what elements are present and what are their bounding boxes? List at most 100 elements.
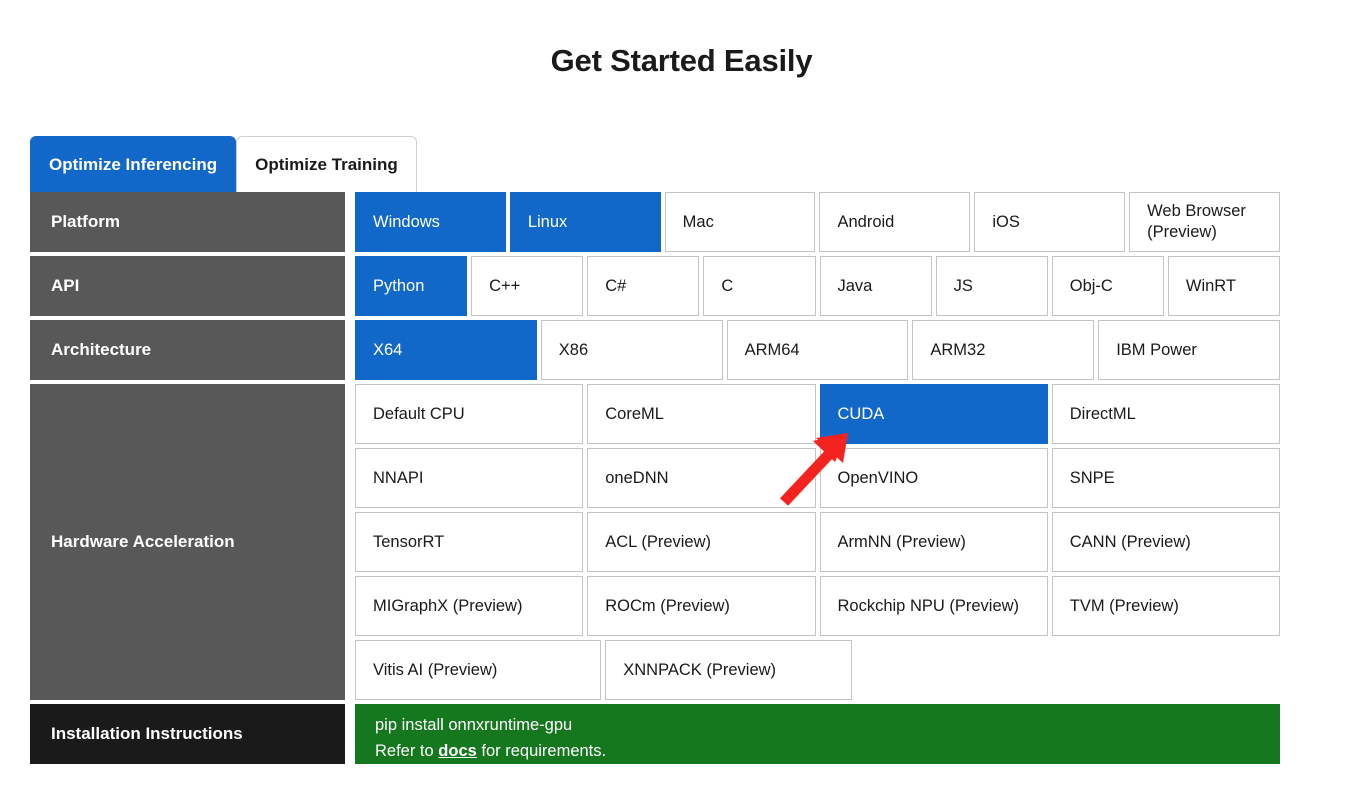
option-arch-x86[interactable]: X86 [540,320,723,380]
option-hw-tensorrt[interactable]: TensorRT [355,512,584,572]
option-platform-android-label: Android [837,212,895,231]
option-arch-ibm-power-label: IBM Power [1116,340,1197,359]
hardware-row: Vitis AI (Preview) XNNPACK (Preview) [355,640,1280,700]
installation-note-before: Refer to [375,742,439,760]
option-api-js-label: JS [953,276,973,295]
option-api-csharp[interactable]: C# [587,256,700,316]
option-hw-tvm[interactable]: TVM (Preview) [1051,576,1280,636]
option-hw-cuda-label: CUDA [837,404,885,423]
option-api-objc[interactable]: Obj-C [1051,256,1164,316]
hardware-row: TensorRT ACL (Preview) ArmNN (Preview) C… [355,512,1280,572]
option-hw-cuda[interactable]: CUDA [819,384,1048,444]
option-api-c-label: C [721,276,734,295]
option-hw-openvino[interactable]: OpenVINO [819,448,1048,508]
option-hw-openvino-label: OpenVINO [837,468,919,487]
row-label-api: API [30,256,345,316]
option-hw-tensorrt-label: TensorRT [373,532,445,551]
option-hw-rockchip-npu[interactable]: Rockchip NPU (Preview) [819,576,1048,636]
architecture-options: X64 X86 ARM64 ARM32 IBM Power [355,320,1280,380]
row-label-installation-instructions: Installation Instructions [30,704,345,764]
option-arch-x64-label: X64 [373,340,403,359]
option-hw-vitis-ai[interactable]: Vitis AI (Preview) [355,640,602,700]
option-api-python[interactable]: Python [355,256,468,316]
tab-optimize-inferencing[interactable]: Optimize Inferencing [30,136,237,192]
option-arch-arm64[interactable]: ARM64 [726,320,909,380]
row-platform: Platform Windows Linux Mac Android iOS W… [30,192,1280,252]
row-label-platform: Platform [30,192,345,252]
option-hw-vitis-ai-label: Vitis AI (Preview) [373,660,498,679]
option-hw-armnn-label: ArmNN (Preview) [837,532,966,551]
option-hw-directml-label: DirectML [1069,404,1136,423]
option-hw-xnnpack-label: XNNPACK (Preview) [623,660,777,679]
row-architecture: Architecture X64 X86 ARM64 ARM32 IBM Pow… [30,320,1280,380]
option-hw-acl[interactable]: ACL (Preview) [587,512,816,572]
option-hw-coreml[interactable]: CoreML [587,384,816,444]
hardware-acceleration-options: Default CPU CoreML CUDA DirectML NNAPI o… [355,384,1280,700]
option-hw-xnnpack[interactable]: XNNPACK (Preview) [605,640,852,700]
option-hw-nnapi-label: NNAPI [373,468,424,487]
option-hw-cann-label: CANN (Preview) [1069,532,1191,551]
tab-optimize-training-label: Optimize Training [255,154,398,174]
tab-bar: Optimize Inferencing Optimize Training [30,130,1280,192]
option-api-csharp-label: C# [605,276,627,295]
hardware-row: MIGraphX (Preview) ROCm (Preview) Rockch… [355,576,1280,636]
option-hw-nnapi[interactable]: NNAPI [355,448,584,508]
option-hw-coreml-label: CoreML [605,404,664,423]
option-api-java-label: Java [837,276,873,295]
option-hw-cann[interactable]: CANN (Preview) [1051,512,1280,572]
option-arch-x64[interactable]: X64 [355,320,537,380]
option-platform-android[interactable]: Android [819,192,971,252]
row-label-hardware-acceleration: Hardware Acceleration [30,384,345,700]
option-arch-ibm-power[interactable]: IBM Power [1098,320,1280,380]
option-platform-ios[interactable]: iOS [974,192,1126,252]
platform-options: Windows Linux Mac Android iOS Web Browse… [355,192,1280,252]
hardware-row: Default CPU CoreML CUDA DirectML [355,384,1280,444]
option-platform-windows-label: Windows [373,212,440,231]
tab-optimize-training[interactable]: Optimize Training [236,136,417,192]
option-hw-migraphx[interactable]: MIGraphX (Preview) [355,576,584,636]
hardware-row: NNAPI oneDNN OpenVINO SNPE [355,448,1280,508]
option-hw-migraphx-label: MIGraphX (Preview) [373,596,523,615]
option-arch-arm64-label: ARM64 [744,340,800,359]
installation-command: pip install onnxruntime-gpu [375,716,573,734]
option-api-c[interactable]: C [703,256,816,316]
option-api-winrt[interactable]: WinRT [1167,256,1280,316]
option-api-objc-label: Obj-C [1069,276,1113,295]
row-api: API Python C++ C# C Java JS Obj-C WinRT [30,256,1280,316]
row-installation-instructions: Installation Instructions pip install on… [30,704,1280,764]
option-platform-mac-label: Mac [682,212,714,231]
tab-optimize-inferencing-label: Optimize Inferencing [49,154,218,174]
option-hw-rockchip-npu-label: Rockchip NPU (Preview) [837,596,1020,615]
option-hw-default-cpu[interactable]: Default CPU [355,384,584,444]
option-api-winrt-label: WinRT [1185,276,1236,295]
docs-link[interactable]: docs [438,742,477,760]
option-hw-directml[interactable]: DirectML [1051,384,1280,444]
installation-command-box: pip install onnxruntime-gpu Refer to doc… [355,704,1280,764]
option-hw-snpe-label: SNPE [1069,468,1115,487]
page-title: Get Started Easily [550,43,813,78]
getting-started-selector: Optimize Inferencing Optimize Training P… [30,130,1280,764]
option-hw-armnn[interactable]: ArmNN (Preview) [819,512,1048,572]
option-platform-mac[interactable]: Mac [664,192,816,252]
option-arch-arm32-label: ARM32 [930,340,986,359]
option-hw-tvm-label: TVM (Preview) [1069,596,1179,615]
option-platform-windows[interactable]: Windows [355,192,506,252]
option-hw-rocm[interactable]: ROCm (Preview) [587,576,816,636]
option-api-cpp[interactable]: C++ [471,256,584,316]
option-platform-web-browser-label: Web Browser (Preview) [1147,202,1246,241]
option-platform-ios-label: iOS [992,212,1020,231]
installation-note: Refer to docs for requirements. [375,738,1260,764]
option-api-js[interactable]: JS [935,256,1048,316]
option-hw-onednn[interactable]: oneDNN [587,448,816,508]
option-arch-arm32[interactable]: ARM32 [912,320,1095,380]
option-platform-linux[interactable]: Linux [509,192,661,252]
option-hw-snpe[interactable]: SNPE [1051,448,1280,508]
option-api-java[interactable]: Java [819,256,932,316]
option-platform-web-browser[interactable]: Web Browser (Preview) [1129,192,1280,252]
option-hw-rocm-label: ROCm (Preview) [605,596,730,615]
installation-note-after: for requirements. [476,742,607,760]
hardware-cell-empty [1070,640,1280,700]
option-hw-acl-label: ACL (Preview) [605,532,711,551]
option-api-python-label: Python [373,276,425,295]
hardware-cell-empty [856,640,1066,700]
